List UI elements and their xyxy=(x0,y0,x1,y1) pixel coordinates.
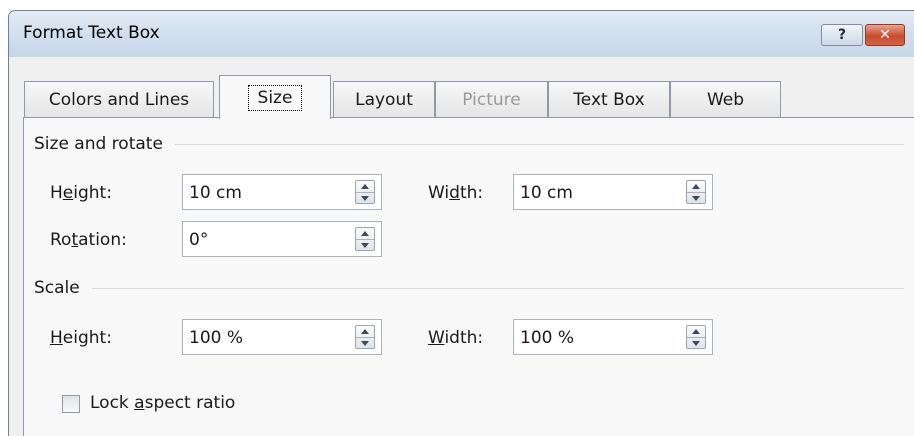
tab-label: Text Box xyxy=(573,89,645,110)
tab-label: Layout xyxy=(355,89,413,110)
scale-height-value[interactable]: 100 % xyxy=(189,328,243,348)
size-tab-panel: Size and rotate Height: 10 cm Width: 10 … xyxy=(23,117,914,436)
width-value[interactable]: 10 cm xyxy=(520,183,573,203)
tab-label: Picture xyxy=(462,89,521,110)
up-arrow-icon[interactable] xyxy=(361,329,369,334)
up-arrow-icon[interactable] xyxy=(361,184,369,189)
down-arrow-icon[interactable] xyxy=(692,196,700,201)
scale-height-spinbox[interactable]: 100 % xyxy=(182,319,382,355)
width-spin-arrows[interactable] xyxy=(686,180,706,204)
tab-web[interactable]: Web xyxy=(670,81,781,117)
close-button[interactable]: ✕ xyxy=(865,24,905,46)
group-divider xyxy=(174,143,904,145)
question-icon: ? xyxy=(837,27,847,43)
up-arrow-icon[interactable] xyxy=(361,231,369,236)
down-arrow-icon[interactable] xyxy=(692,341,700,346)
height-value[interactable]: 10 cm xyxy=(189,183,242,203)
tab-label: Colors and Lines xyxy=(48,89,190,110)
rotation-value[interactable]: 0° xyxy=(189,230,208,250)
width-label: Width: xyxy=(428,183,484,203)
scale-height-label: Height: xyxy=(50,328,112,348)
scale-width-spin-arrows[interactable] xyxy=(686,325,706,349)
tab-text-box[interactable]: Text Box xyxy=(548,81,670,117)
help-button[interactable]: ? xyxy=(821,24,863,46)
scale-width-value[interactable]: 100 % xyxy=(520,328,574,348)
tab-layout[interactable]: Layout xyxy=(333,81,435,117)
up-arrow-icon[interactable] xyxy=(692,184,700,189)
tab-picture: Picture xyxy=(435,81,548,117)
dialog-title: Format Text Box xyxy=(23,23,160,43)
down-arrow-icon[interactable] xyxy=(361,341,369,346)
tab-label: Web xyxy=(706,89,745,110)
group-title: Scale xyxy=(34,278,80,298)
title-bar: Format Text Box ? ✕ xyxy=(9,11,914,57)
tab-size[interactable]: Size xyxy=(219,75,331,119)
size-and-rotate-header: Size and rotate xyxy=(34,134,904,154)
scale-width-spinbox[interactable]: 100 % xyxy=(513,319,713,355)
format-text-box-dialog: Format Text Box ? ✕ Colors and Lines Siz… xyxy=(8,10,914,436)
scale-header: Scale xyxy=(34,278,904,298)
height-label: Height: xyxy=(50,183,112,203)
group-title: Size and rotate xyxy=(34,134,163,154)
height-spinbox[interactable]: 10 cm xyxy=(182,174,382,210)
up-arrow-icon[interactable] xyxy=(692,329,700,334)
scale-height-spin-arrows[interactable] xyxy=(355,325,375,349)
lock-aspect-ratio-checkbox[interactable] xyxy=(62,395,80,413)
height-spin-arrows[interactable] xyxy=(355,180,375,204)
rotation-spinbox[interactable]: 0° xyxy=(182,221,382,257)
down-arrow-icon[interactable] xyxy=(361,196,369,201)
width-spinbox[interactable]: 10 cm xyxy=(513,174,713,210)
lock-aspect-ratio-label[interactable]: Lock aspect ratio xyxy=(90,393,235,413)
down-arrow-icon[interactable] xyxy=(361,243,369,248)
rotation-label: Rotation: xyxy=(50,230,127,250)
tab-label: Size xyxy=(247,84,303,111)
tab-colors-and-lines[interactable]: Colors and Lines xyxy=(24,81,214,117)
rotation-spin-arrows[interactable] xyxy=(355,227,375,251)
close-icon: ✕ xyxy=(879,27,891,43)
tab-strip: Colors and Lines Size Layout Picture Tex… xyxy=(9,57,914,119)
group-divider xyxy=(91,287,904,289)
scale-width-label: Width: xyxy=(428,328,484,348)
